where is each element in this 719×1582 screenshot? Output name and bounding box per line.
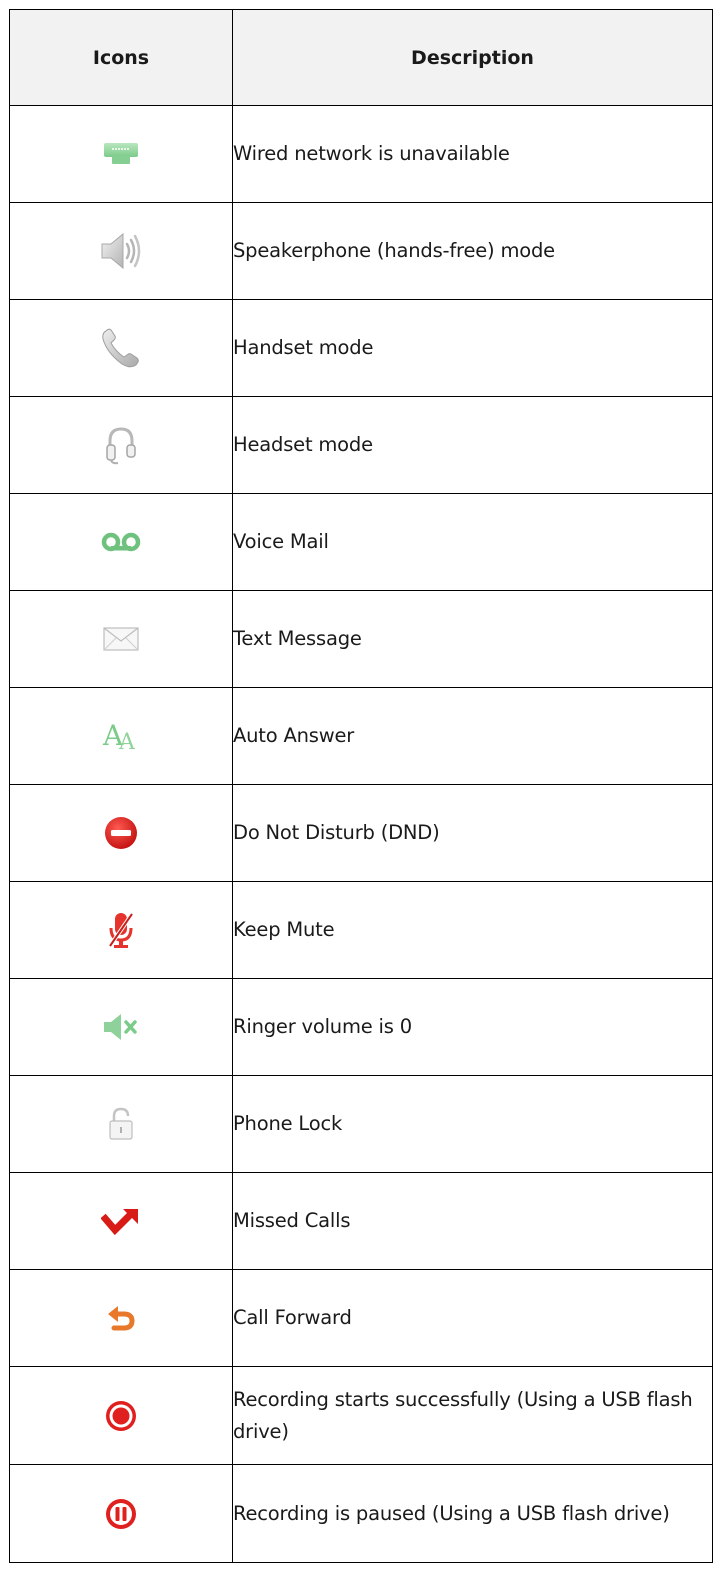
table-row: Handset mode (9, 299, 713, 397)
table-row: Keep Mute (9, 881, 713, 979)
table-row: Text Message (9, 590, 713, 688)
table-row: A A Auto Answer (9, 687, 713, 785)
table-header-row: Icons Description (9, 9, 713, 106)
header-description: Description (232, 9, 713, 106)
table-row: Recording starts successfully (Using a U… (9, 1366, 713, 1465)
description-cell: Keep Mute (232, 881, 713, 979)
description-cell: Recording is paused (Using a USB flash d… (232, 1464, 713, 1563)
description-cell: Call Forward (232, 1269, 713, 1367)
table-row: Speakerphone (hands-free) mode (9, 202, 713, 300)
description-cell: Ringer volume is 0 (232, 978, 713, 1076)
table-row: Do Not Disturb (DND) (9, 784, 713, 882)
table-row: Ringer volume is 0 (9, 978, 713, 1076)
icons-table: Icons Description Wired network is unava… (9, 9, 713, 1563)
recording-paused-icon (103, 1496, 139, 1532)
auto-answer-icon: A A (101, 719, 141, 753)
description-cell: Handset mode (232, 299, 713, 397)
handset-icon (100, 327, 142, 369)
recording-started-icon (103, 1398, 139, 1434)
description-cell: Auto Answer (232, 687, 713, 785)
ringer-volume-zero-icon (102, 1012, 140, 1042)
do-not-disturb-icon (103, 815, 139, 851)
keep-mute-icon (106, 910, 136, 950)
table-row: Voice Mail (9, 493, 713, 591)
call-forward-icon (106, 1303, 136, 1333)
voice-mail-icon (101, 531, 141, 553)
description-cell: Recording starts successfully (Using a U… (232, 1366, 713, 1465)
description-cell: Text Message (232, 590, 713, 688)
description-cell: Missed Calls (232, 1172, 713, 1270)
svg-text:A: A (118, 730, 136, 753)
description-cell: Headset mode (232, 396, 713, 494)
speakerphone-icon (99, 231, 143, 271)
table-row: Wired network is unavailable (9, 105, 713, 203)
table-row: Missed Calls (9, 1172, 713, 1270)
table-row: Call Forward (9, 1269, 713, 1367)
description-cell: Voice Mail (232, 493, 713, 591)
text-message-icon (103, 627, 139, 651)
description-cell: Speakerphone (hands-free) mode (232, 202, 713, 300)
missed-calls-icon (101, 1206, 141, 1236)
table-row: Phone Lock (9, 1075, 713, 1173)
table-row: Headset mode (9, 396, 713, 494)
phone-lock-icon (108, 1107, 134, 1141)
header-icons: Icons (9, 9, 233, 106)
description-cell: Do Not Disturb (DND) (232, 784, 713, 882)
wired-network-unavailable-icon (103, 141, 139, 167)
headset-icon (106, 425, 136, 465)
table-row: Recording is paused (Using a USB flash d… (9, 1464, 713, 1563)
description-cell: Wired network is unavailable (232, 105, 713, 203)
description-cell: Phone Lock (232, 1075, 713, 1173)
